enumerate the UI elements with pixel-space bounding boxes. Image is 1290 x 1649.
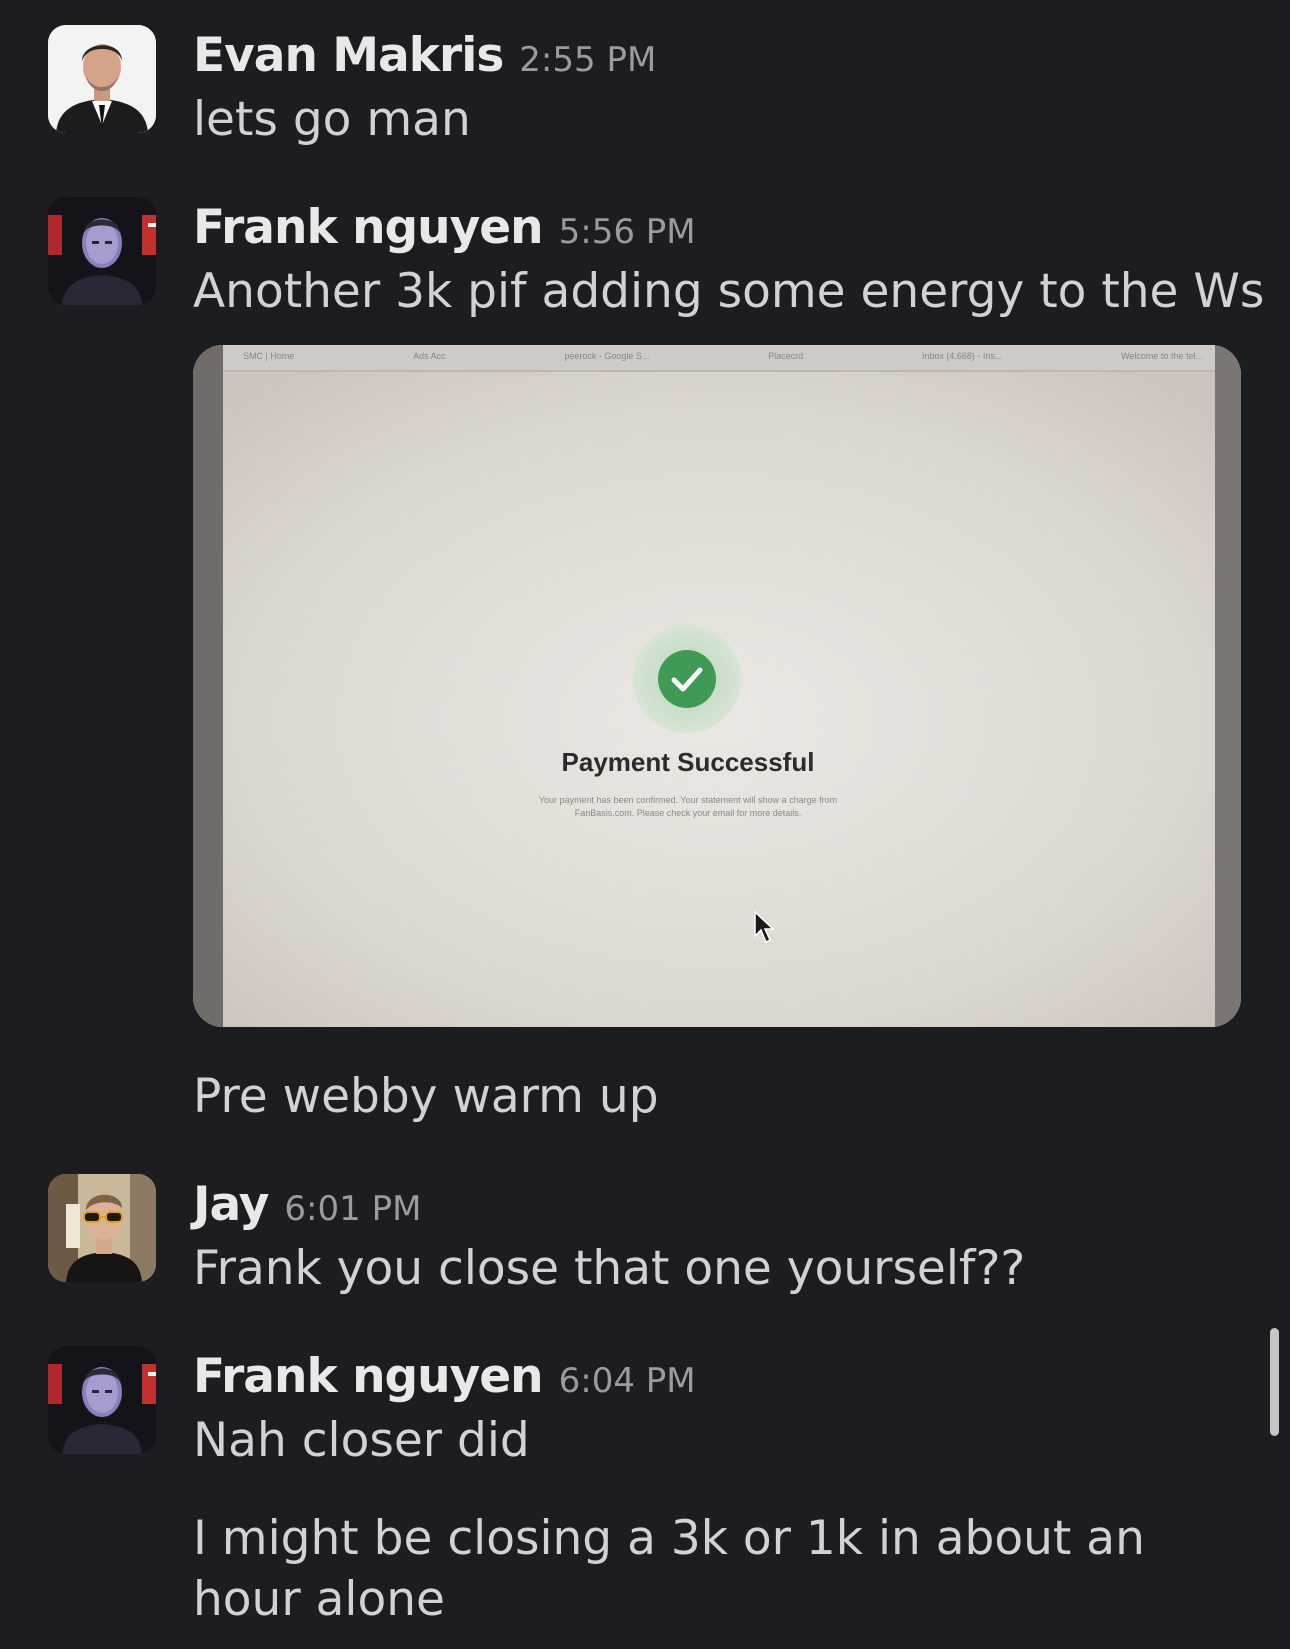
avatar-jay[interactable]: [48, 1174, 156, 1282]
message-text: Another 3k pif adding some energy to the…: [193, 264, 1265, 319]
payment-title: Payment Successful: [561, 747, 815, 777]
browser-tab: Placecrd: [768, 351, 804, 361]
author-name[interactable]: Evan Makris: [193, 28, 504, 83]
browser-tab: SMC | Home: [243, 351, 295, 361]
message-text-followup: Pre webby warm up: [193, 1069, 659, 1124]
browser-tab: peerock - Google S...: [564, 351, 650, 361]
timestamp[interactable]: 5:56 PM: [559, 212, 696, 252]
avatar-frank-nguyen[interactable]: [48, 197, 156, 305]
browser-tab: Welcome to the tel...: [1121, 351, 1203, 361]
avatar-frank-nguyen[interactable]: [48, 1346, 156, 1454]
cursor-icon: [753, 910, 777, 944]
timestamp[interactable]: 2:55 PM: [519, 40, 656, 80]
browser-tab-bar: SMC | Home Ads Acc peerock - Google S...…: [243, 351, 1203, 361]
scrollbar-thumb[interactable]: [1270, 1328, 1279, 1436]
timestamp[interactable]: 6:01 PM: [284, 1189, 421, 1229]
avatar-evan-makris[interactable]: [48, 25, 156, 133]
author-name[interactable]: Frank nguyen: [193, 1349, 544, 1404]
message-text: lets go man: [193, 92, 471, 147]
message-header: Evan Makris 2:55 PM: [193, 28, 656, 84]
check-circle-icon: [633, 625, 741, 733]
message-text: Nah closer did: [193, 1413, 530, 1468]
payment-body-line-2: FanBasis.com. Please check your email fo…: [574, 808, 802, 818]
payment-body-line-1: Your payment has been confirmed. Your st…: [538, 795, 838, 805]
browser-tab: Inbox (4,668) - Ins...: [921, 351, 1003, 361]
message-text: Frank you close that one yourself??: [193, 1241, 1026, 1296]
author-name[interactable]: Frank nguyen: [193, 200, 544, 255]
image-attachment[interactable]: SMC | Home Ads Acc peerock - Google S...…: [193, 345, 1241, 1027]
message-feed: Evan Makris 2:55 PM lets go man Frank ng…: [0, 0, 1290, 1649]
author-name[interactable]: Jay: [193, 1177, 269, 1232]
message-header: Jay 6:01 PM: [193, 1177, 421, 1233]
message-header: Frank nguyen 5:56 PM: [193, 200, 696, 256]
message-text-followup: I might be closing a 3k or 1k in about a…: [193, 1511, 1145, 1627]
message-header: Frank nguyen 6:04 PM: [193, 1349, 696, 1405]
browser-tab: Ads Acc: [413, 351, 446, 361]
timestamp[interactable]: 6:04 PM: [559, 1361, 696, 1401]
